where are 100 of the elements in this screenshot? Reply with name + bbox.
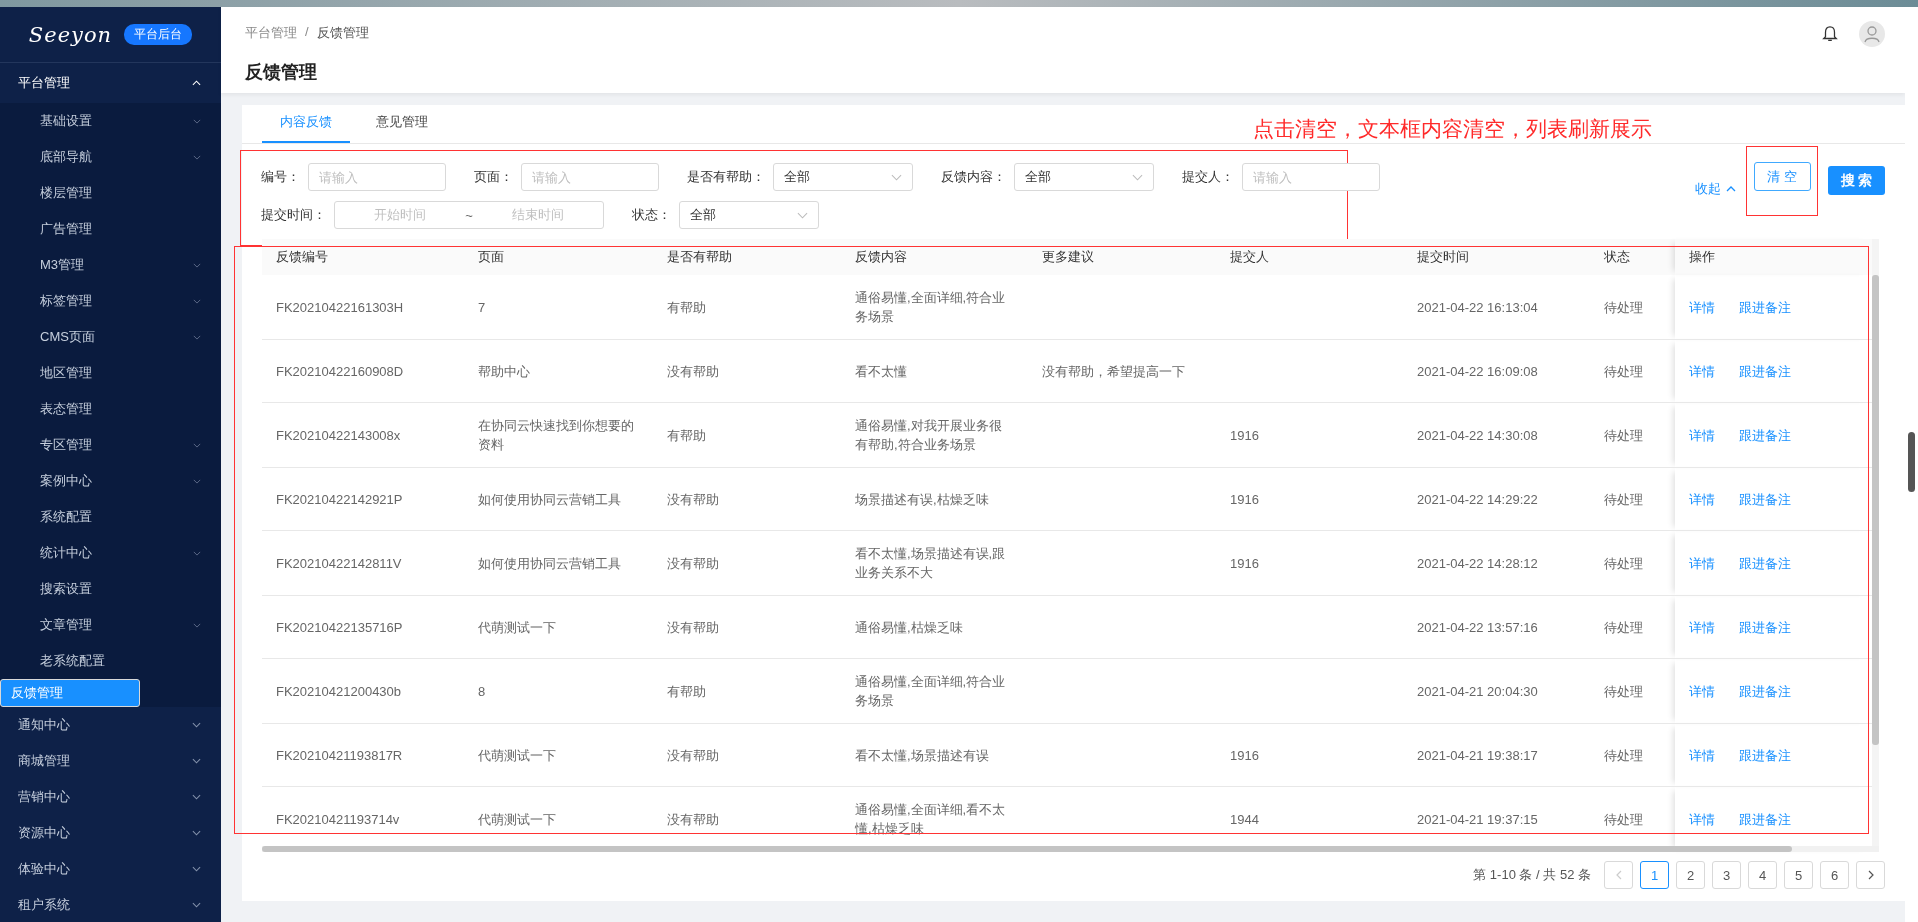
chevron-icon (193, 262, 201, 268)
chevron-icon (192, 866, 201, 872)
table-cell-text: 没有帮助，希望提高一下 (1042, 362, 1186, 381)
table-cell-text: 待处理 (1604, 682, 1644, 701)
chevron-icon (193, 622, 201, 628)
field-label: 页面： (474, 168, 513, 186)
chevron-icon (193, 334, 201, 340)
chevron-icon (192, 758, 201, 764)
table-cell-text: 2021-04-21 19:37:15 (1417, 810, 1539, 829)
table-cell-text: 2021-04-22 16:09:08 (1417, 362, 1539, 381)
chevron-icon (193, 442, 201, 448)
column-header: 页面 (478, 249, 504, 264)
menu-group[interactable]: 平台管理 (0, 63, 221, 103)
table-cell-text: FK20210422135716P (276, 618, 404, 637)
breadcrumb-separator: / (305, 24, 309, 41)
menu-item[interactable]: 统计中心 (0, 535, 221, 571)
page-button[interactable]: 3 (1712, 861, 1741, 889)
table-cell-text: 代萌测试一下 (478, 746, 557, 765)
bell-icon[interactable] (1821, 24, 1839, 44)
breadcrumb-item: 反馈管理 (316, 24, 369, 42)
table-cell-text: 待处理 (1604, 426, 1644, 445)
table-cell-text: 如何使用协同云营销工具 (478, 554, 622, 573)
next-page-button[interactable] (1856, 861, 1885, 889)
select-field[interactable]: 全部 (1014, 163, 1154, 191)
table-cell-text: 2021-04-22 13:57:16 (1417, 618, 1539, 637)
menu-item[interactable]: 文章管理 (0, 607, 221, 643)
tab[interactable]: 意见管理 (358, 113, 446, 143)
chevron-icon (1132, 173, 1143, 181)
column-header: 反馈编号 (276, 249, 328, 264)
page-button[interactable]: 6 (1820, 861, 1849, 889)
table-cell-text: 待处理 (1604, 554, 1644, 573)
page-button[interactable]: 5 (1784, 861, 1813, 889)
column-header: 反馈内容 (855, 249, 907, 264)
menu-item[interactable]: 专区管理 (0, 427, 221, 463)
menu-group[interactable]: 租户系统 (0, 887, 221, 922)
avatar-icon[interactable] (1859, 21, 1885, 47)
table-cell-text: 通俗易懂,对我开展业务很有帮助,符合业务场景 (855, 417, 1003, 454)
table-cell-text: 7 (478, 298, 487, 317)
table-cell-text: 1916 (1230, 746, 1260, 765)
table-cell-text: FK20210422160908D (276, 362, 405, 381)
menu-group[interactable]: 营销中心 (0, 779, 221, 815)
select-field[interactable]: 全部 (679, 201, 819, 229)
page-button[interactable]: 2 (1676, 861, 1705, 889)
table-cell-text: 没有帮助 (667, 746, 720, 765)
table-cell-text: 2021-04-21 20:04:30 (1417, 682, 1539, 701)
table-cell-text: FK20210422143008x (276, 426, 402, 445)
table-cell-text: 有帮助 (667, 298, 707, 317)
table-cell-text: 8 (478, 682, 487, 701)
date-range-field[interactable]: 开始时间 ~ 结束时间 (334, 201, 604, 229)
table-cell-text: 没有帮助 (667, 362, 720, 381)
menu-group[interactable]: 体验中心 (0, 851, 221, 887)
chevron-icon (193, 118, 201, 124)
table-cell-text: 1916 (1230, 426, 1260, 445)
chevron-icon (891, 173, 902, 181)
breadcrumb-item[interactable]: 平台管理 (245, 24, 297, 42)
table-cell-text: 代萌测试一下 (478, 810, 557, 829)
menu-item[interactable]: 标签管理 (0, 283, 221, 319)
menu-item[interactable]: 案例中心 (0, 463, 221, 499)
menu-item[interactable]: 基础设置 (0, 103, 221, 139)
menu-item[interactable]: 搜索设置 (0, 571, 221, 607)
column-header: 是否有帮助 (667, 249, 732, 264)
table-cell-text: 没有帮助 (667, 490, 720, 509)
menu-item[interactable]: CMS页面 (0, 319, 221, 355)
table-cell-text: 2021-04-22 14:29:22 (1417, 490, 1539, 509)
page-button[interactable]: 4 (1748, 861, 1777, 889)
table-cell-text: 待处理 (1604, 298, 1644, 317)
select-field[interactable]: 全部 (773, 163, 913, 191)
table-cell-text: 帮助中心 (478, 362, 531, 381)
field-label: 提交人： (1182, 168, 1234, 186)
table-cell-text: 待处理 (1604, 810, 1644, 829)
menu-item[interactable]: 楼层管理 (0, 175, 221, 211)
table-cell-text: 代萌测试一下 (478, 618, 557, 637)
chevron-icon (192, 830, 201, 836)
field-label: 反馈内容： (941, 168, 1006, 186)
table-cell-text: 看不太懂,场景描述有误 (855, 746, 990, 765)
chevron-icon (193, 298, 201, 304)
menu-item[interactable]: 广告管理 (0, 211, 221, 247)
table-cell-text: 1916 (1230, 554, 1260, 573)
previous-page-button[interactable] (1604, 861, 1633, 889)
menu-group[interactable]: 资源中心 (0, 815, 221, 851)
table-cell-text: 2021-04-22 14:28:12 (1417, 554, 1539, 573)
menu-item[interactable]: 表态管理 (0, 391, 221, 427)
column-header: 操作 (1689, 249, 1715, 264)
input-field[interactable]: 请输入 (521, 163, 659, 191)
menu-item[interactable]: 系统配置 (0, 499, 221, 535)
menu-item[interactable]: M3管理 (0, 247, 221, 283)
menu-group[interactable]: 商城管理 (0, 743, 221, 779)
table-cell-text: 通俗易懂,枯燥乏味 (855, 618, 964, 637)
input-field[interactable]: 请输入 (1242, 163, 1380, 191)
input-field[interactable]: 请输入 (308, 163, 446, 191)
table-cell-text: FK20210422142811V (276, 554, 403, 573)
menu-item[interactable]: 地区管理 (0, 355, 221, 391)
table-cell-text: 有帮助 (667, 426, 707, 445)
column-header: 提交时间 (1417, 249, 1469, 264)
annotation-text: 点击清空，文本框内容清空，列表刷新展示 (1253, 116, 1652, 142)
menu-item[interactable]: 底部导航 (0, 139, 221, 175)
menu-group[interactable]: 通知中心 (0, 707, 221, 743)
chevron-icon (193, 478, 201, 484)
menu-item[interactable]: 老系统配置 (0, 643, 221, 679)
chevron-icon (193, 550, 201, 556)
